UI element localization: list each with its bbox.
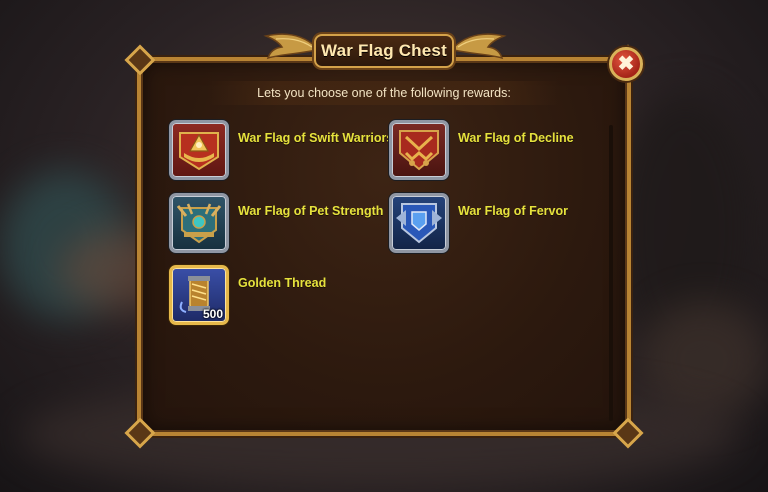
- reward-label: Golden Thread: [238, 276, 327, 290]
- pet-strength-flag-icon: [169, 193, 229, 253]
- reward-label: War Flag of Fervor: [458, 204, 568, 218]
- decline-flag-icon: [389, 120, 449, 180]
- close-button[interactable]: ✖: [609, 47, 643, 81]
- item-quantity: 500: [202, 307, 223, 321]
- reward-label: War Flag of Decline: [458, 131, 574, 145]
- dialog-subtitle: Lets you choose one of the following rew…: [208, 81, 560, 105]
- wing-ornament-icon: [263, 33, 317, 60]
- scrollbar[interactable]: [609, 125, 613, 421]
- reward-label: War Flag of Pet Strength: [238, 204, 384, 218]
- dialog-title: War Flag Chest: [321, 41, 447, 60]
- reward-label: War Flag of Swift Warriors: [238, 131, 394, 145]
- swift-warriors-flag-icon: [169, 120, 229, 180]
- dialog-title-plate: War Flag Chest: [314, 34, 454, 68]
- golden-thread-icon: 500: [169, 265, 229, 325]
- frame-ornament: [124, 44, 156, 76]
- close-icon: ✖: [617, 53, 635, 75]
- fervor-flag-icon: [389, 193, 449, 253]
- wing-ornament-icon: [453, 33, 507, 60]
